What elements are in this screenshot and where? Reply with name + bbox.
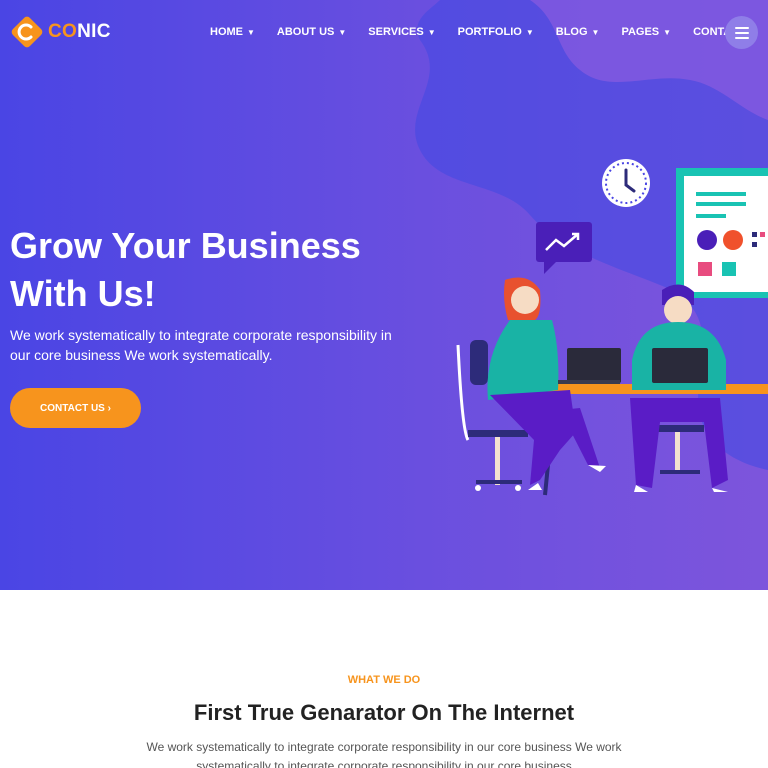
- hero-section: CONIC HOME ▼ ABOUT US ▼ SERVICES ▼ PORTFOLI…: [0, 0, 768, 590]
- section-eyebrow: WHAT WE DO: [347, 674, 421, 686]
- chevron-down-icon: ▼: [663, 27, 672, 37]
- nav-item-blog[interactable]: BLOG ▼: [556, 26, 600, 38]
- nav-item-about-us[interactable]: ABOUT US ▼: [277, 26, 346, 38]
- section-description: We work systematically to integrate corp…: [146, 740, 622, 768]
- clock-icon: [602, 159, 650, 207]
- logo-icon: [11, 16, 43, 48]
- hamburger-icon: [734, 26, 749, 29]
- chevron-down-icon: ▼: [427, 27, 436, 37]
- hamburger-menu-button[interactable]: [725, 16, 758, 49]
- section-title: First True Genarator On The Internet: [193, 700, 575, 725]
- nav-item-home[interactable]: HOME ▼: [210, 26, 255, 38]
- laptop-icon: [567, 348, 621, 383]
- hero-subtitle: We work systematically to integrate corp…: [10, 327, 392, 363]
- chevron-down-icon: ▼: [338, 27, 347, 37]
- chevron-down-icon: ▼: [525, 27, 534, 37]
- brand-logo[interactable]: CONIC: [9, 14, 111, 50]
- contact-us-button[interactable]: CONTACT US ›: [10, 388, 141, 428]
- growth-chart-icon: [536, 222, 592, 274]
- presentation-board: [676, 168, 768, 298]
- main-nav: HOME ▼ ABOUT US ▼ SERVICES ▼ PORTFOLIO ▼ BLO…: [210, 26, 746, 38]
- team-working-illustration: [456, 159, 768, 496]
- laptop-icon: [652, 348, 708, 383]
- chevron-down-icon: ▼: [591, 27, 600, 37]
- nav-item-services[interactable]: SERVICES ▼: [368, 26, 435, 38]
- man-figure: [630, 284, 728, 492]
- nav-item-portfolio[interactable]: PORTFOLIO ▼: [458, 26, 534, 38]
- brand-name: CONIC: [48, 21, 111, 42]
- hero-title: Grow Your Business With Us!: [10, 225, 361, 314]
- nav-item-pages[interactable]: PAGES ▼: [621, 26, 671, 38]
- chevron-down-icon: ▼: [247, 27, 255, 37]
